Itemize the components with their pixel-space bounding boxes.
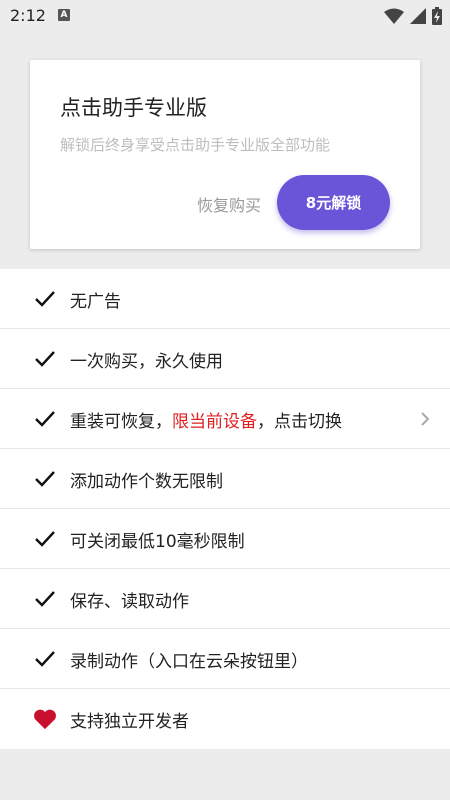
check-icon	[33, 408, 57, 430]
signal-icon	[410, 8, 426, 24]
notification-badge-icon: A	[58, 9, 70, 21]
feature-label-highlight: 限当前设备	[172, 412, 257, 432]
battery-charging-icon	[432, 7, 442, 25]
feature-label: 保存、读取动作	[70, 592, 189, 612]
card-subtitle: 解锁后终身享受点击助手专业版全部功能	[60, 136, 331, 154]
card-title: 点击助手专业版	[60, 96, 207, 120]
wifi-icon	[384, 8, 404, 24]
feature-label-after: ，点击切换	[257, 412, 342, 432]
restore-purchase-button[interactable]: 恢复购买	[197, 192, 261, 216]
feature-item-record-actions: 录制动作（入口在云朵按钮里）	[0, 629, 450, 689]
feature-item-10ms-limit: 可关闭最低10毫秒限制	[0, 509, 450, 569]
check-icon	[33, 348, 57, 370]
heart-icon	[33, 708, 57, 730]
feature-item-one-time-purchase: 一次购买，永久使用	[0, 329, 450, 389]
feature-list: 无广告 一次购买，永久使用 重装可恢复，限当前设备，点击切换 添加动作个数无限制…	[0, 269, 450, 749]
check-icon	[33, 528, 57, 550]
feature-label-before: 重装可恢复，	[70, 412, 172, 432]
check-icon	[33, 288, 57, 310]
feature-label: 重装可恢复，限当前设备，点击切换	[70, 407, 342, 432]
chevron-right-icon	[418, 409, 432, 429]
check-icon	[33, 468, 57, 490]
check-icon	[33, 648, 57, 670]
feature-label: 录制动作（入口在云朵按钮里）	[70, 652, 308, 672]
check-icon	[33, 588, 57, 610]
feature-item-no-ads: 无广告	[0, 269, 450, 329]
feature-item-unlimited-actions: 添加动作个数无限制	[0, 449, 450, 509]
feature-item-support-developer[interactable]: 支持独立开发者	[0, 689, 450, 749]
feature-label: 一次购买，永久使用	[70, 352, 223, 372]
feature-label: 支持独立开发者	[70, 712, 189, 732]
pro-card: 点击助手专业版 解锁后终身享受点击助手专业版全部功能 恢复购买 8元解锁	[30, 60, 420, 249]
status-icons	[384, 6, 442, 26]
feature-label: 可关闭最低10毫秒限制	[70, 532, 245, 552]
feature-item-restore-device[interactable]: 重装可恢复，限当前设备，点击切换	[0, 389, 450, 449]
unlock-button[interactable]: 8元解锁	[277, 175, 390, 230]
feature-item-save-load: 保存、读取动作	[0, 569, 450, 629]
feature-label: 添加动作个数无限制	[70, 472, 223, 492]
feature-label: 无广告	[70, 292, 121, 312]
status-bar: 2:12 A	[0, 0, 450, 32]
status-time: 2:12	[10, 6, 46, 25]
